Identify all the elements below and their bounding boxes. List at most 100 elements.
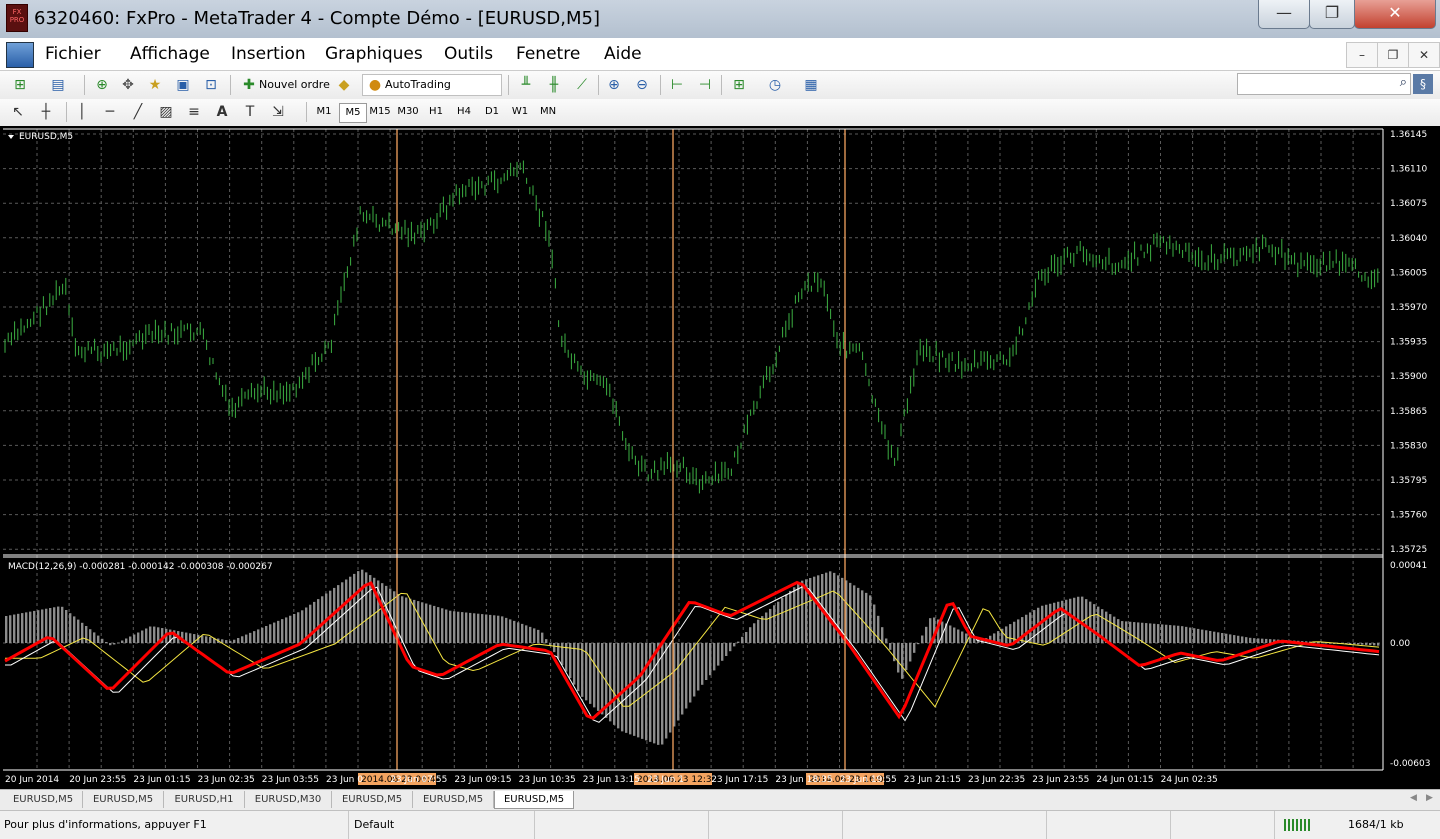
histogram-bar: [865, 592, 868, 643]
histogram-bar: [1113, 616, 1116, 643]
new-order-button[interactable]: ✚ Nouvel ordre: [236, 74, 335, 96]
tab-scroll-right-icon[interactable]: ▶: [1426, 793, 1433, 803]
data-window-icon[interactable]: ✥: [118, 75, 138, 95]
templates-icon[interactable]: ▦: [801, 75, 821, 95]
mdi-minimize-button[interactable]: –: [1346, 42, 1378, 68]
text-label-icon[interactable]: T: [240, 102, 260, 122]
horizontal-line-icon[interactable]: ─: [100, 102, 120, 122]
histogram-bar: [581, 643, 584, 697]
line-chart-icon[interactable]: ⟋: [572, 75, 592, 95]
histogram-bar: [665, 643, 668, 739]
chart-shift-icon[interactable]: ⊢: [667, 75, 687, 95]
histogram-bar: [833, 572, 836, 643]
periods-clock-icon[interactable]: ◷: [765, 75, 785, 95]
histogram-bar: [405, 597, 408, 643]
search-input[interactable]: ⌕: [1237, 73, 1411, 95]
histogram-bar: [1073, 597, 1076, 643]
histogram-bar: [341, 582, 344, 643]
histogram-bar: [505, 617, 508, 643]
chart-tab[interactable]: EURUSD,M5: [83, 791, 164, 808]
histogram-bar: [533, 628, 536, 643]
community-icon[interactable]: §: [1413, 74, 1433, 94]
mdi-restore-button[interactable]: ❐: [1377, 42, 1409, 68]
candlestick-icon[interactable]: ╫: [544, 75, 564, 95]
histogram-bar: [1129, 621, 1132, 643]
histogram-bar: [249, 632, 252, 643]
timeframe-h1[interactable]: H1: [423, 103, 449, 121]
equidistant-channel-icon[interactable]: ▨: [156, 102, 176, 122]
arrows-icon[interactable]: ⇲: [268, 102, 288, 122]
zoom-in-icon[interactable]: ⊕: [604, 75, 624, 95]
vertical-line-icon[interactable]: │: [72, 102, 92, 122]
histogram-bar: [685, 643, 688, 709]
chart-tab-active[interactable]: EURUSD,M5: [494, 791, 574, 809]
strategy-tester-icon[interactable]: ⊡: [201, 75, 221, 95]
chart-window[interactable]: 2014.06.23 06:45 2014.06.23 12:30 2014.06.…: [0, 126, 1440, 789]
menu-outils[interactable]: Outils: [444, 44, 493, 64]
timeframe-w1[interactable]: W1: [507, 103, 533, 121]
new-chart-icon[interactable]: ⊞: [10, 75, 30, 95]
macd-axis-label: 0.00: [1390, 639, 1410, 649]
histogram-bar: [1249, 637, 1252, 643]
chart-tab[interactable]: EURUSD,H1: [164, 791, 245, 808]
cursor-icon[interactable]: ↖: [8, 102, 28, 122]
menu-insertion[interactable]: Insertion: [231, 44, 306, 64]
fibonacci-icon[interactable]: ≡: [184, 102, 204, 122]
menu-graphiques[interactable]: Graphiques: [325, 44, 423, 64]
tab-scroll-left-icon[interactable]: ◀: [1410, 793, 1417, 803]
histogram-bar: [145, 628, 148, 643]
profiles-icon[interactable]: ▤: [48, 75, 68, 95]
text-icon[interactable]: A: [212, 102, 232, 122]
time-axis: 20 Jun 2014 20 Jun 23:55 23 Jun 01:15 23 Ju…: [5, 775, 1218, 785]
trendline-icon[interactable]: ╱: [128, 102, 148, 122]
chart-tab[interactable]: EURUSD,M5: [332, 791, 413, 808]
histogram-bar: [1217, 632, 1220, 643]
histogram-bar: [113, 643, 116, 645]
bar-chart-icon[interactable]: ╨: [516, 75, 536, 95]
histogram-bar: [361, 569, 364, 643]
chart-window-icon[interactable]: [6, 42, 34, 68]
timeframe-m30[interactable]: M30: [395, 103, 421, 121]
metaeditor-icon[interactable]: ◆: [334, 75, 354, 95]
autotrading-icon: ●: [368, 77, 382, 93]
menu-fichier[interactable]: Fichier: [45, 44, 101, 64]
zoom-out-icon[interactable]: ⊖: [632, 75, 652, 95]
timeframe-m15[interactable]: M15: [367, 103, 393, 121]
histogram-bar: [1253, 638, 1256, 643]
minimize-button[interactable]: —: [1258, 0, 1310, 29]
terminal-icon[interactable]: ▣: [173, 75, 193, 95]
histogram-bar: [693, 643, 696, 697]
market-watch-icon[interactable]: ⊕: [92, 75, 112, 95]
mdi-close-button[interactable]: ✕: [1408, 42, 1440, 68]
indicators-icon[interactable]: ⊞: [729, 75, 749, 95]
histogram-bar: [909, 643, 912, 662]
timeframe-h4[interactable]: H4: [451, 103, 477, 121]
toolbar-separator: [660, 75, 661, 95]
histogram-bar: [829, 571, 832, 643]
histogram-bar: [517, 622, 520, 643]
menu-fenetre[interactable]: Fenetre: [516, 44, 580, 64]
auto-scroll-icon[interactable]: ⊣: [695, 75, 715, 95]
chart-canvas[interactable]: 2014.06.23 06:45 2014.06.23 12:30 2014.06.…: [0, 126, 1440, 789]
menu-affichage[interactable]: Affichage: [130, 44, 210, 64]
search-icon[interactable]: ⌕: [1400, 75, 1407, 90]
crosshair-icon[interactable]: ┼: [36, 102, 56, 122]
price-axis: 1.36145 1.36110 1.36075 1.36040 1.36005 1.359…: [1390, 130, 1427, 555]
timeframe-d1[interactable]: D1: [479, 103, 505, 121]
menu-aide[interactable]: Aide: [604, 44, 642, 64]
navigator-icon[interactable]: ★: [145, 75, 165, 95]
chart-tab[interactable]: EURUSD,M5: [4, 791, 83, 808]
histogram-bar: [1045, 604, 1048, 643]
chart-dropdown-icon[interactable]: [8, 135, 14, 139]
timeframe-m5[interactable]: M5: [339, 103, 367, 123]
chart-tab[interactable]: EURUSD,M30: [245, 791, 332, 808]
timeframe-mn[interactable]: MN: [535, 103, 561, 121]
histogram-bar: [681, 643, 684, 715]
chart-tab[interactable]: EURUSD,M5: [413, 791, 494, 808]
autotrading-button[interactable]: ● AutoTrading: [362, 74, 502, 96]
timeframe-m1[interactable]: M1: [311, 103, 337, 121]
close-button[interactable]: ✕: [1354, 0, 1436, 29]
maximize-button[interactable]: ❐: [1309, 0, 1355, 29]
time-axis-label: 23 Jun 17:15: [711, 775, 768, 785]
histogram-bar: [789, 590, 792, 643]
